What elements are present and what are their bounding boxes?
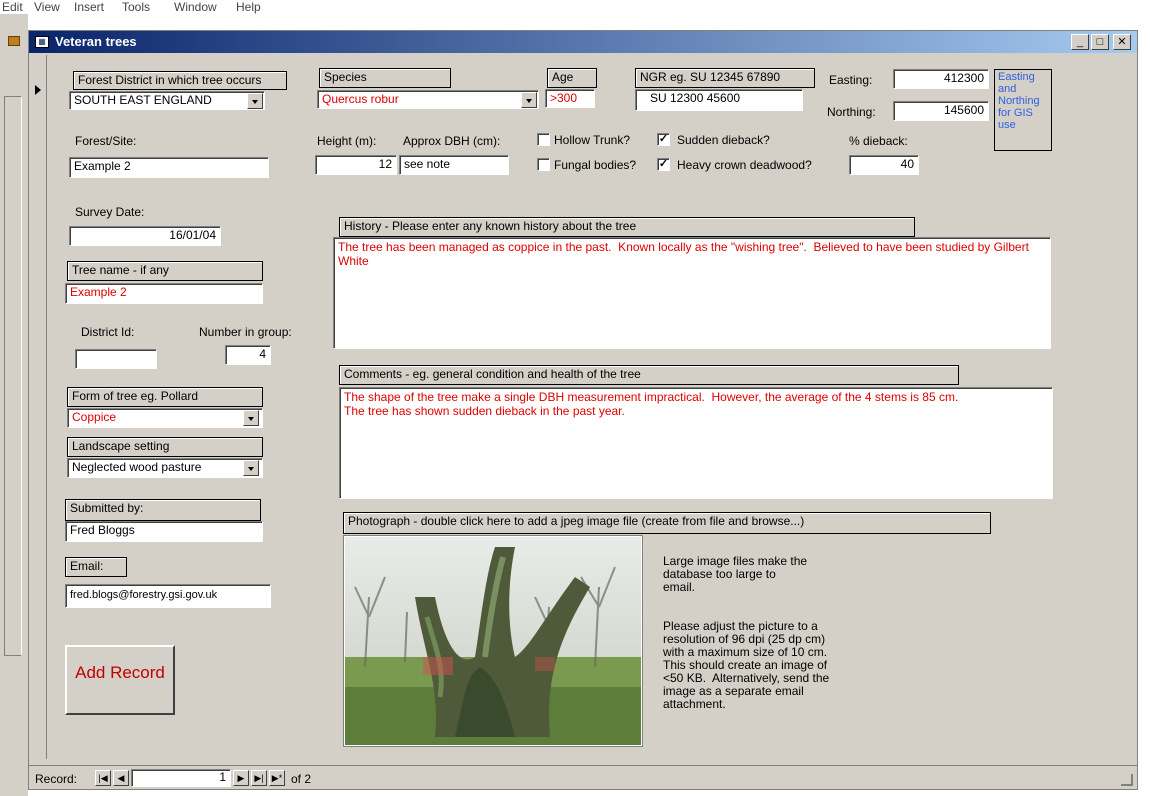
photo-note-resolution: Please adjust the picture to a resolutio… [663, 619, 830, 711]
age-input[interactable]: >300 [545, 89, 595, 108]
chevron-down-icon[interactable] [521, 92, 537, 108]
menu-window[interactable]: Window [174, 0, 217, 14]
gis-note: Easting and Northing for GIS use [994, 69, 1052, 151]
menu-view[interactable]: View [34, 0, 60, 14]
forest-site-input[interactable]: Example 2 [69, 157, 269, 178]
first-record-icon[interactable]: |◀ [95, 770, 111, 786]
next-record-icon[interactable]: ▶ [233, 770, 249, 786]
northing-input[interactable]: 145600 [893, 101, 989, 121]
form-of-tree-select[interactable]: Coppice [67, 408, 263, 428]
history-label: History - Please enter any known history… [339, 217, 915, 237]
easting-label: Easting: [829, 73, 873, 87]
landscape-label: Landscape setting [67, 437, 263, 457]
chevron-down-icon[interactable] [243, 460, 259, 476]
photo-label: Photograph - double click here to add a … [343, 512, 991, 534]
tree-photo-image [345, 537, 641, 745]
record-selector[interactable] [31, 55, 47, 759]
northing-label: Northing: [827, 105, 876, 119]
comments-label: Comments - eg. general condition and hea… [339, 365, 959, 385]
ngr-input[interactable]: SU 12300 45600 [635, 89, 803, 111]
forest-district-label: Forest District in which tree occurs [73, 71, 287, 90]
form-of-tree-label: Form of tree eg. Pollard [67, 387, 263, 407]
tree-name-label: Tree name - if any [67, 261, 263, 281]
record-navigation-bar: Record: |◀ ◀ 1 ▶ ▶| ▶* of 2 [29, 765, 1137, 789]
record-number-input[interactable]: 1 [131, 769, 231, 787]
maximize-button[interactable]: □ [1091, 34, 1109, 50]
district-id-label: District Id: [81, 325, 135, 339]
sudden-dieback-label: Sudden dieback? [677, 133, 770, 147]
menu-edit[interactable]: Edit [2, 0, 23, 14]
survey-date-input[interactable]: 16/01/04 [69, 226, 221, 246]
photo-note-size: Large image files make the database too … [663, 554, 808, 594]
easting-input[interactable]: 412300 [893, 69, 989, 89]
height-input[interactable]: 12 [315, 155, 397, 175]
fungal-bodies-checkbox[interactable] [537, 158, 550, 171]
last-record-icon[interactable]: ▶| [251, 770, 267, 786]
hollow-trunk-checkbox[interactable] [537, 133, 550, 146]
menu-insert[interactable]: Insert [74, 0, 104, 14]
title-bar: ▦ Veteran trees _ □ ✕ [29, 31, 1137, 53]
dieback-pct-input[interactable]: 40 [849, 155, 919, 175]
chevron-down-icon[interactable] [247, 93, 263, 109]
resize-grip-icon[interactable] [1121, 774, 1133, 786]
menu-tools[interactable]: Tools [122, 0, 150, 14]
form-icon: ▦ [35, 36, 49, 48]
submitted-by-label: Submitted by: [65, 499, 261, 521]
add-record-button[interactable]: Add Record [65, 645, 175, 715]
survey-date-label: Survey Date: [75, 205, 145, 219]
dbh-label: Approx DBH (cm): [403, 134, 501, 148]
dieback-pct-label: % dieback: [849, 134, 908, 148]
history-textarea[interactable]: The tree has been managed as coppice in … [333, 237, 1051, 349]
submitted-by-input[interactable]: Fred Bloggs [65, 521, 263, 542]
species-select[interactable]: Quercus robur [317, 90, 539, 109]
tree-photo[interactable] [343, 535, 643, 747]
menu-bar: Edit View Insert Tools Window Help [0, 0, 1150, 14]
form-window: ▦ Veteran trees _ □ ✕ Forest District in… [28, 30, 1138, 790]
height-label: Height (m): [317, 134, 377, 148]
district-id-input[interactable] [75, 349, 157, 369]
comments-textarea[interactable]: The shape of the tree make a single DBH … [339, 387, 1053, 499]
record-label: Record: [35, 772, 78, 786]
email-label: Email: [65, 557, 127, 577]
window-title: Veteran trees [55, 34, 137, 49]
previous-record-icon[interactable]: ◀ [113, 770, 129, 786]
tree-name-input[interactable]: Example 2 [65, 283, 263, 304]
minimize-button[interactable]: _ [1071, 34, 1089, 50]
fungal-bodies-label: Fungal bodies? [554, 158, 637, 172]
dbh-input[interactable]: see note [399, 155, 509, 175]
record-total: of 2 [291, 772, 312, 786]
forest-district-select[interactable]: SOUTH EAST ENGLAND [69, 91, 265, 110]
species-label: Species [319, 68, 451, 88]
new-record-icon[interactable]: ▶* [269, 770, 285, 786]
current-record-arrow-icon [35, 85, 41, 95]
email-input[interactable]: fred.blogs@forestry.gsi.gov.uk [65, 584, 271, 608]
side-panel [4, 96, 22, 656]
menu-help[interactable]: Help [236, 0, 261, 14]
folder-icon[interactable] [8, 36, 20, 46]
heavy-crown-checkbox[interactable]: ✓ [657, 158, 670, 171]
ngr-label: NGR eg. SU 12345 67890 [635, 68, 815, 88]
chevron-down-icon[interactable] [243, 410, 259, 426]
heavy-crown-label: Heavy crown deadwood? [677, 158, 812, 172]
close-button[interactable]: ✕ [1113, 34, 1131, 50]
landscape-select[interactable]: Neglected wood pasture [67, 458, 263, 478]
age-label: Age [547, 68, 597, 88]
sudden-dieback-checkbox[interactable]: ✓ [657, 133, 670, 146]
number-in-group-label: Number in group: [199, 325, 292, 339]
number-in-group-input[interactable]: 4 [225, 345, 271, 365]
forest-site-label: Forest/Site: [75, 134, 137, 148]
hollow-trunk-label: Hollow Trunk? [554, 133, 631, 147]
